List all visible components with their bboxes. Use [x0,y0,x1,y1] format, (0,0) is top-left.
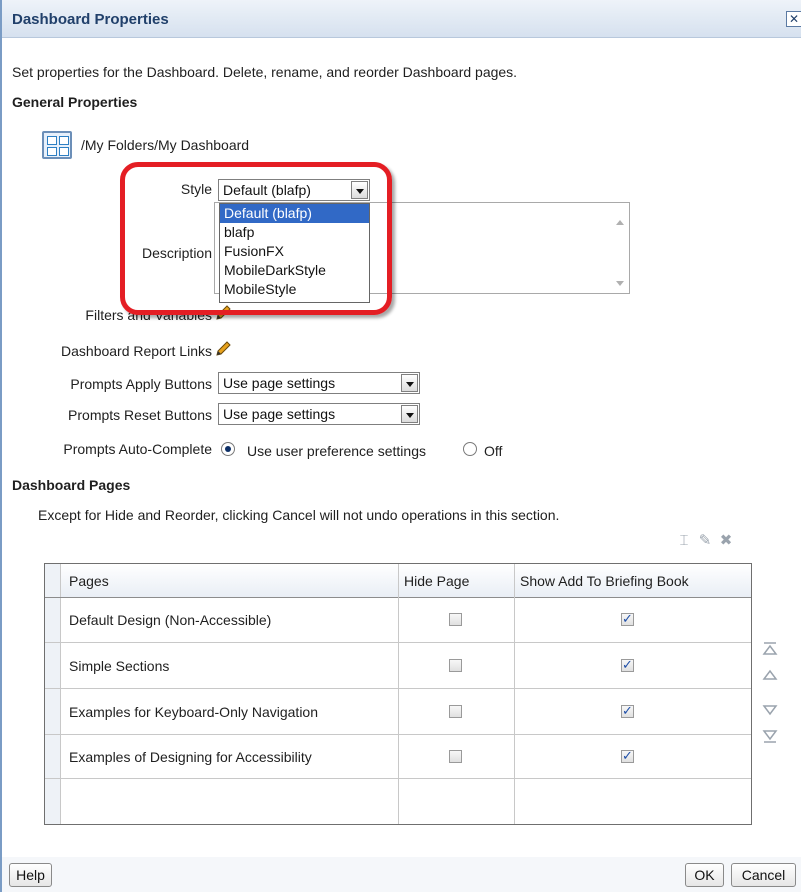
ok-button[interactable]: OK [685,863,724,887]
page-name: Examples of Designing for Accessibility [69,749,312,765]
column-header-pages: Pages [69,573,109,589]
dashboard-properties-dialog: Dashboard Properties ✕ Set properties fo… [0,0,801,892]
report-links-label: Dashboard Report Links [61,343,212,359]
autocomplete-off-radio[interactable] [463,442,477,456]
hide-page-checkbox[interactable] [449,705,462,718]
move-down-icon[interactable] [762,702,778,718]
hide-page-checkbox[interactable] [449,659,462,672]
page-properties-icon[interactable]: ✎ [695,531,715,551]
help-button[interactable]: Help [9,863,52,887]
autocomplete-off-label: Off [484,443,503,459]
title-bar: Dashboard Properties ✕ [2,0,801,38]
prompts-autocomplete-label: Prompts Auto-Complete [63,441,212,457]
chevron-down-icon[interactable] [401,405,418,423]
autocomplete-user-pref-radio[interactable] [221,442,235,456]
prompts-reset-label: Prompts Reset Buttons [68,407,212,423]
prompts-reset-select[interactable]: Use page settings [218,403,420,425]
prompts-apply-select[interactable]: Use page settings [218,372,420,394]
page-name: Simple Sections [69,658,170,674]
prompts-apply-label: Prompts Apply Buttons [70,376,212,392]
briefing-book-checkbox[interactable] [621,703,634,719]
dialog-footer: Help OK Cancel [2,857,801,892]
dialog-title: Dashboard Properties [12,11,169,28]
highlight-callout [120,162,392,315]
hide-page-checkbox[interactable] [449,613,462,626]
move-up-icon[interactable] [762,667,778,683]
close-button[interactable]: ✕ [786,11,801,27]
pages-table: Pages Hide Page Show Add To Briefing Boo… [44,563,752,825]
column-header-hide-page: Hide Page [404,573,470,589]
description-scrollbar[interactable] [611,203,629,293]
rename-page-icon[interactable]: ⌶ [674,531,694,551]
intro-text: Set properties for the Dashboard. Delete… [12,64,518,80]
close-icon: ✕ [788,12,800,26]
hide-page-checkbox[interactable] [449,750,462,763]
page-name: Examples for Keyboard-Only Navigation [69,704,319,720]
move-to-bottom-icon[interactable] [762,728,778,744]
column-header-briefing-book: Show Add To Briefing Book [520,573,689,589]
briefing-book-checkbox[interactable] [621,611,634,627]
autocomplete-user-pref-label: Use user preference settings [247,443,426,459]
dashboard-icon [42,131,72,159]
edit-report-links-pencil-icon[interactable] [215,341,231,357]
page-name: Default Design (Non-Accessible) [69,612,272,628]
move-to-top-icon[interactable] [762,641,778,657]
general-properties-heading: General Properties [12,94,138,110]
briefing-book-checkbox[interactable] [621,657,634,673]
cancel-button[interactable]: Cancel [731,863,796,887]
briefing-book-checkbox[interactable] [621,748,634,764]
chevron-down-icon[interactable] [401,374,418,392]
delete-page-icon[interactable]: ✖ [716,531,736,551]
dashboard-path: /My Folders/My Dashboard [81,137,250,153]
dashboard-pages-note: Except for Hide and Reorder, clicking Ca… [38,507,560,523]
dashboard-pages-heading: Dashboard Pages [12,477,131,493]
